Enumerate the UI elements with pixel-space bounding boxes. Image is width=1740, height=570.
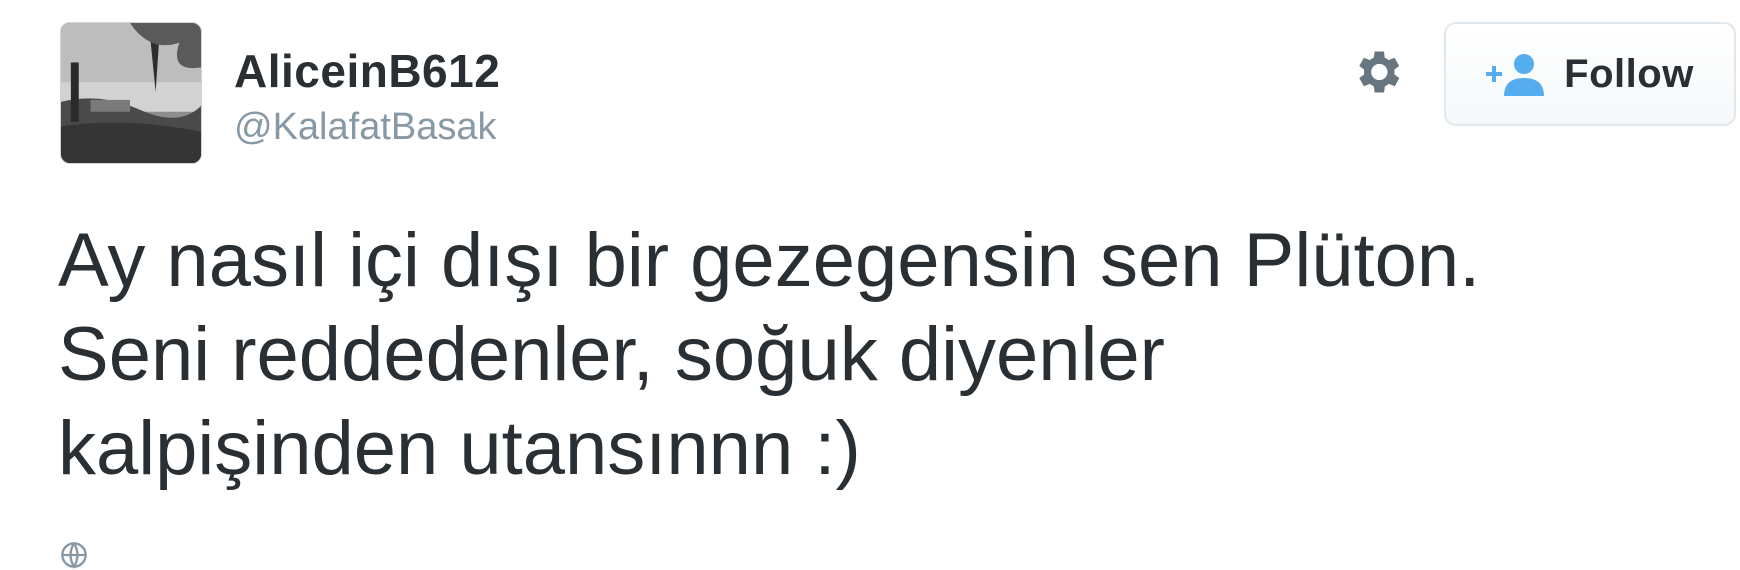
tweet-text: Ay nasıl içi dışı bir gezegensin sen Plü… bbox=[58, 214, 1718, 496]
tweet-text-line: Ay nasıl içi dışı bir gezegensin sen Plü… bbox=[58, 218, 1481, 303]
display-name[interactable]: AliceinB612 bbox=[234, 44, 500, 98]
avatar-image bbox=[61, 23, 201, 163]
username[interactable]: @KalafatBasak bbox=[234, 106, 497, 149]
follow-button[interactable]: Follow bbox=[1444, 22, 1736, 126]
tweet-text-line: kalpişinden utansınnn :) bbox=[58, 406, 861, 491]
tweet-card: AliceinB612 @KalafatBasak Follow Ay nası… bbox=[0, 0, 1740, 569]
follow-label: Follow bbox=[1564, 51, 1694, 96]
avatar[interactable] bbox=[60, 22, 202, 164]
gear-icon[interactable] bbox=[1349, 44, 1405, 100]
add-user-icon bbox=[1486, 52, 1546, 96]
tweet-footer bbox=[60, 540, 88, 570]
tweet-text-line: Seni reddedenler, soğuk diyenler bbox=[58, 312, 1165, 397]
globe-icon[interactable] bbox=[60, 541, 88, 569]
